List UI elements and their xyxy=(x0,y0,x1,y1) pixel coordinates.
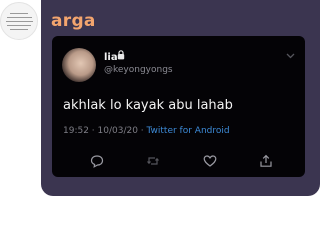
tweet-screenshot[interactable]: lia @keyongyongs akhlak lo kayak abu lah… xyxy=(52,36,305,177)
tweet-text: akhlak lo kayak abu lahab xyxy=(63,98,233,113)
like-icon[interactable] xyxy=(203,154,217,168)
reply-icon[interactable] xyxy=(90,154,104,168)
avatar[interactable] xyxy=(0,2,38,40)
retweet-icon[interactable] xyxy=(146,154,160,168)
message-bubble[interactable]: arga lia @keyongyongs akhlak lo kayak ab… xyxy=(41,0,320,196)
tweet-avatar xyxy=(62,48,96,82)
sender-name[interactable]: arga xyxy=(51,11,96,31)
tweet-actions xyxy=(52,154,305,170)
tweet-time-date: 19:52 · 10/03/20 · xyxy=(63,126,147,136)
tweet-display-name: lia xyxy=(104,52,118,63)
tweet-meta: 19:52 · 10/03/20 · Twitter for Android xyxy=(63,126,230,136)
share-icon[interactable] xyxy=(259,154,273,168)
lock-icon xyxy=(117,50,125,60)
tweet-client: Twitter for Android xyxy=(146,126,230,136)
chat-screen: arga lia @keyongyongs akhlak lo kayak ab… xyxy=(0,0,320,243)
chevron-down-icon[interactable] xyxy=(286,53,295,59)
tweet-handle: @keyongyongs xyxy=(104,65,173,75)
